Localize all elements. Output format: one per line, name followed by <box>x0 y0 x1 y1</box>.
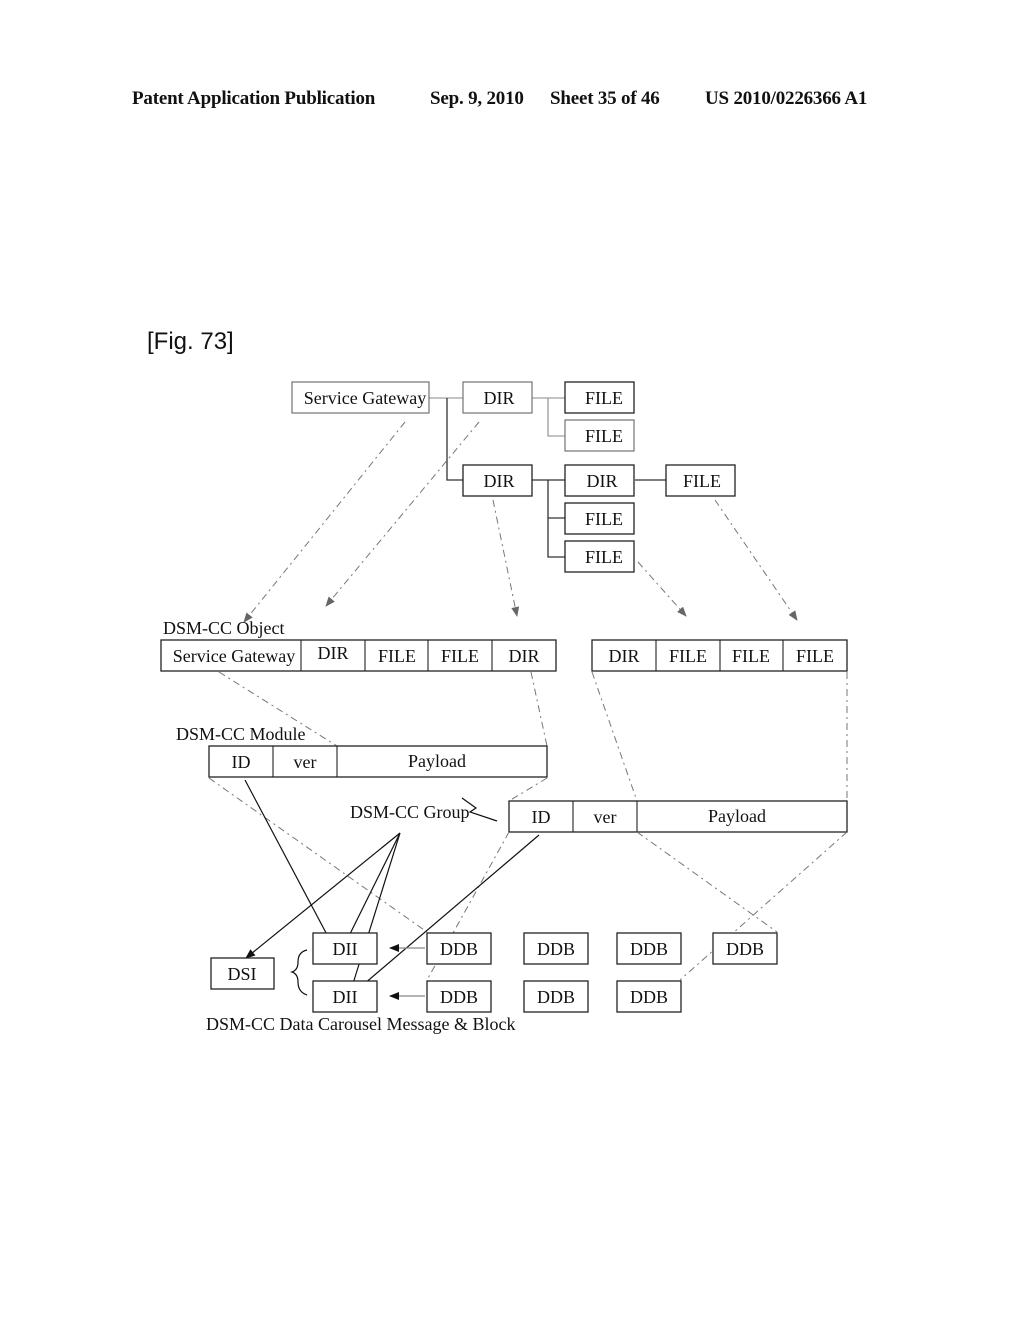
carousel-label: DSM-CC Data Carousel Message & Block <box>206 1014 515 1034</box>
tree-node-file: FILE <box>564 419 635 452</box>
dii-label: DII <box>333 939 358 959</box>
ddb-label: DDB <box>630 987 668 1007</box>
module-label: DSM-CC Module <box>176 724 306 744</box>
tree-node-service-gateway: Service Gateway <box>291 381 430 414</box>
tree-node-label: FILE <box>585 426 623 446</box>
dii-label: DII <box>333 987 358 1007</box>
dsi-block: DSI <box>210 957 275 990</box>
tree-node-label: DIR <box>484 471 515 491</box>
dii-block: DII <box>312 932 378 965</box>
ddb-label: DDB <box>537 939 575 959</box>
object-row-1: Service Gateway DIR FILE FILE DIR <box>160 639 557 672</box>
tree-node-label: Service Gateway <box>304 388 426 408</box>
dii-brace <box>290 949 308 996</box>
tree-node-file: FILE <box>564 540 635 573</box>
tree-to-object-arrows <box>243 421 798 623</box>
module-field-ver: ver <box>294 752 317 772</box>
object-cell: FILE <box>378 646 416 666</box>
ddb-block: DDB <box>616 980 682 1013</box>
object-cell: FILE <box>669 646 707 666</box>
module-field-id: ID <box>232 752 251 772</box>
ddb-label: DDB <box>440 987 478 1007</box>
tree-node-dir-1: DIR <box>462 381 533 414</box>
object-row-2: DIR FILE FILE FILE <box>591 639 848 672</box>
tree-node-label: FILE <box>585 388 623 408</box>
ddb-block: DDB <box>523 932 589 965</box>
module-1: ID ver Payload <box>208 745 548 778</box>
tree-node-label: FILE <box>683 471 721 491</box>
tree-node-label: DIR <box>587 471 618 491</box>
dsmcc-diagram: Service Gateway DIR FILE FILE DIR DIR FI… <box>160 381 848 1034</box>
object-cell: DIR <box>609 646 640 666</box>
module-field-ver: ver <box>594 807 617 827</box>
module-field-payload: Payload <box>408 751 466 771</box>
object-cell: FILE <box>441 646 479 666</box>
module-field-id: ID <box>532 807 551 827</box>
ddb-label: DDB <box>630 939 668 959</box>
object-cell: FILE <box>796 646 834 666</box>
ddb-label: DDB <box>726 939 764 959</box>
object-cell: FILE <box>732 646 770 666</box>
ddb-block: DDB <box>426 932 492 965</box>
tree-node-file: FILE <box>564 502 635 535</box>
module-2: ID ver Payload <box>508 800 848 833</box>
tree-node-dir-2: DIR <box>462 464 533 497</box>
tree-node-file: FILE <box>665 464 736 497</box>
object-cell: DIR <box>318 643 349 663</box>
ddb-block: DDB <box>426 980 492 1013</box>
tree-node-file: FILE <box>564 381 635 414</box>
object-label: DSM-CC Object <box>163 618 285 638</box>
ddb-label: DDB <box>440 939 478 959</box>
tree-node-label: FILE <box>585 509 623 529</box>
object-to-module-lines <box>218 671 848 802</box>
tree-node-label: DIR <box>484 388 515 408</box>
object-cell: DIR <box>509 646 540 666</box>
tree-node-subdir: DIR <box>564 464 635 497</box>
group-label: DSM-CC Group <box>350 802 470 822</box>
tree-node-label: FILE <box>585 547 623 567</box>
object-cell: Service Gateway <box>173 646 295 666</box>
dsi-label: DSI <box>227 964 256 984</box>
dii-block: DII <box>312 980 378 1013</box>
ddb-block: DDB <box>712 932 778 965</box>
ddb-block: DDB <box>523 980 589 1013</box>
ddb-block: DDB <box>616 932 682 965</box>
module-field-payload: Payload <box>708 806 766 826</box>
ddb-label: DDB <box>537 987 575 1007</box>
